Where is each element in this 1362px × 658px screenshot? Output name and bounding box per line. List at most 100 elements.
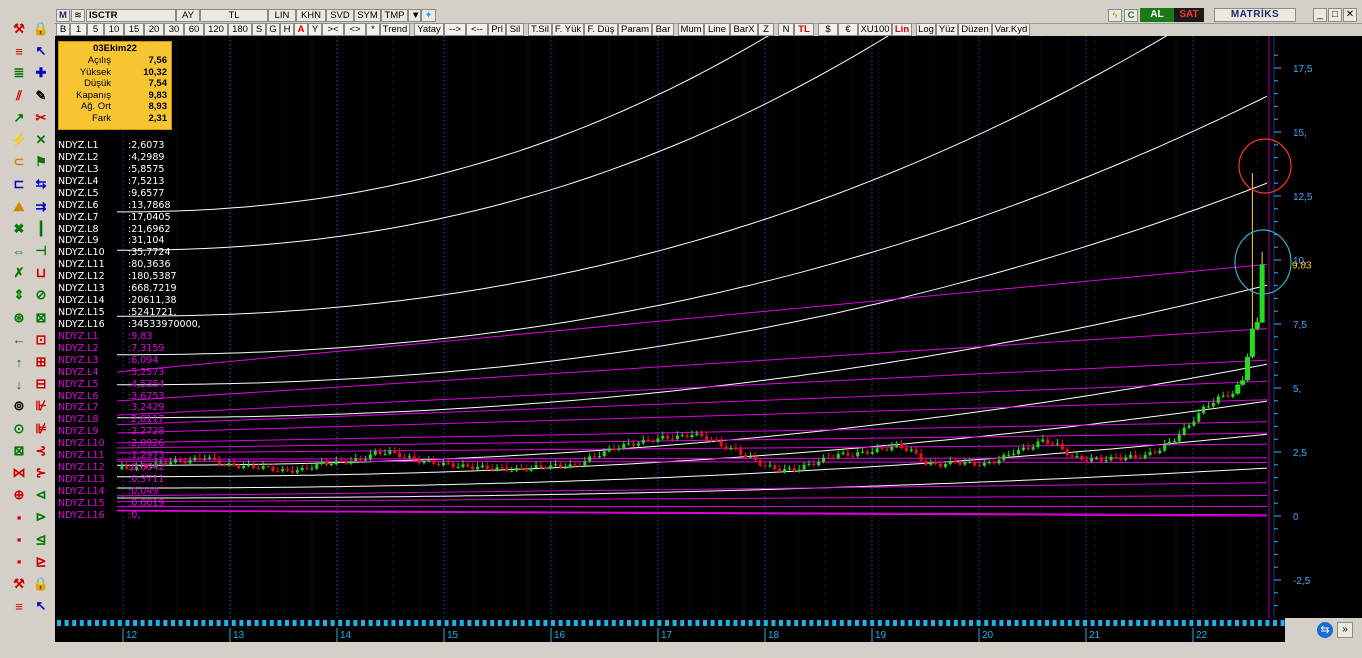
drawing-tool-icon-20[interactable]: ⇔ xyxy=(10,242,28,260)
drawing-tool-icon-49[interactable]: ⊵ xyxy=(32,553,50,571)
chart-btn-25[interactable]: F. Yük xyxy=(552,23,584,36)
chart-btn-15[interactable]: >< xyxy=(322,23,344,36)
chart-btn-18[interactable]: Trend xyxy=(380,23,410,36)
lightning-icon[interactable]: ϟ xyxy=(1108,9,1122,22)
drawing-tool-icon-41[interactable]: ⊱ xyxy=(32,464,50,482)
drawing-tool-icon-13[interactable]: ⚑ xyxy=(32,153,50,171)
drawing-tool-icon-14[interactable]: ⊏ xyxy=(10,175,28,193)
drawing-tool-icon-44[interactable]: ▪ xyxy=(10,508,28,526)
sell-button[interactable]: SAT xyxy=(1174,8,1204,22)
chart-btn-23[interactable]: Sil xyxy=(506,23,524,36)
drawing-tool-icon-53[interactable]: ↖ xyxy=(32,597,50,615)
chart-btn-3[interactable]: 10 xyxy=(104,23,124,36)
drawing-tool-icon-24[interactable]: ⇕ xyxy=(10,286,28,304)
chart-btn-16[interactable]: <> xyxy=(344,23,366,36)
drawing-tool-icon-18[interactable]: ✖ xyxy=(10,220,28,238)
minimize-icon[interactable]: _ xyxy=(1313,8,1327,22)
chart-btn-37[interactable]: XU100 xyxy=(858,23,892,36)
drawing-tool-icon-25[interactable]: ⊘ xyxy=(32,286,50,304)
drawing-tool-icon-48[interactable]: ▪ xyxy=(10,553,28,571)
drawing-tool-icon-16[interactable]: ⛰ xyxy=(10,198,28,216)
chart-btn-29[interactable]: Mum xyxy=(678,23,704,36)
chart-btn-10[interactable]: S xyxy=(252,23,266,36)
chart-btn-39[interactable]: Log xyxy=(916,23,936,36)
drawing-tool-icon-47[interactable]: ⊴ xyxy=(32,531,50,549)
drawing-tool-icon-23[interactable]: ⊔ xyxy=(32,264,50,282)
drawing-tool-icon-43[interactable]: ⊲ xyxy=(32,486,50,504)
drawing-tool-icon-11[interactable]: ✕ xyxy=(32,131,50,149)
scale-lin-button[interactable]: LIN xyxy=(268,9,296,22)
chart-btn-20[interactable]: --> xyxy=(444,23,466,36)
symbol-input[interactable]: ISCTR xyxy=(86,9,176,22)
maximize-icon[interactable]: □ xyxy=(1328,8,1342,22)
drawing-tool-icon-1[interactable]: 🔒 xyxy=(32,20,50,38)
sync-icon[interactable]: ⇆ xyxy=(1317,622,1333,638)
drawing-tool-icon-9[interactable]: ✂ xyxy=(32,109,50,127)
chart-btn-0[interactable]: B xyxy=(56,23,70,36)
drawing-tool-icon-36[interactable]: ⊙ xyxy=(10,420,28,438)
drawing-tool-icon-26[interactable]: ⊛ xyxy=(10,309,28,327)
svd-button[interactable]: SVD xyxy=(326,9,354,22)
drawing-tool-icon-22[interactable]: ✗ xyxy=(10,264,28,282)
chart-btn-33[interactable]: N xyxy=(778,23,794,36)
drawing-tool-icon-29[interactable]: ⊡ xyxy=(32,331,50,349)
drawing-tool-icon-30[interactable]: ↑ xyxy=(10,353,28,371)
chart-btn-11[interactable]: G xyxy=(266,23,280,36)
drawing-tool-icon-19[interactable]: ┃ xyxy=(32,220,50,238)
chart-btn-8[interactable]: 120 xyxy=(204,23,228,36)
drawing-tool-icon-31[interactable]: ⊞ xyxy=(32,353,50,371)
drawing-tool-icon-0[interactable]: ⚒ xyxy=(10,20,28,38)
chart-btn-22[interactable]: Prl xyxy=(488,23,506,36)
buy-button[interactable]: AL xyxy=(1140,8,1174,22)
drawing-tool-icon-3[interactable]: ↖ xyxy=(32,42,50,60)
chart-btn-1[interactable]: 1 xyxy=(70,23,87,36)
chart-btn-40[interactable]: Yüz xyxy=(936,23,958,36)
chart-btn-13[interactable]: A xyxy=(294,23,308,36)
drawing-tool-icon-10[interactable]: ⚡ xyxy=(10,131,28,149)
drawing-tool-icon-2[interactable]: ≡ xyxy=(10,42,28,60)
chart-btn-38[interactable]: Lin xyxy=(892,23,912,36)
chart-btn-21[interactable]: <-- xyxy=(466,23,488,36)
drawing-tool-icon-46[interactable]: ▪ xyxy=(10,531,28,549)
drawing-tool-icon-33[interactable]: ⊟ xyxy=(32,375,50,393)
chart-btn-35[interactable]: $ xyxy=(818,23,838,36)
chart-btn-19[interactable]: Yatay xyxy=(414,23,444,36)
chart-btn-12[interactable]: H xyxy=(280,23,294,36)
dropdown-arrow-icon[interactable]: ▼ xyxy=(408,9,421,22)
chart-btn-24[interactable]: T.Sil xyxy=(528,23,552,36)
drawing-tool-icon-6[interactable]: ⫽ xyxy=(10,87,28,105)
currency-select[interactable]: TL xyxy=(200,9,268,22)
drawing-tool-icon-4[interactable]: ≣ xyxy=(10,64,28,82)
drawing-tool-icon-50[interactable]: ⚒ xyxy=(10,575,28,593)
time-axis[interactable]: 12 13 14 15 16 17 18 19 20 21 22 xyxy=(55,618,1285,642)
twitter-icon[interactable]: ✦ xyxy=(421,9,436,22)
chart-type-icon[interactable]: ≋ xyxy=(71,9,85,22)
chart-btn-27[interactable]: Param xyxy=(618,23,652,36)
chart-btn-7[interactable]: 60 xyxy=(184,23,204,36)
drawing-tool-icon-21[interactable]: ⊣ xyxy=(32,242,50,260)
chart-btn-32[interactable]: Z xyxy=(758,23,774,36)
close-icon[interactable]: ✕ xyxy=(1343,8,1357,22)
sym-button[interactable]: SYM xyxy=(354,9,381,22)
drawing-tool-icon-39[interactable]: ⊰ xyxy=(32,442,50,460)
chart-btn-17[interactable]: * xyxy=(366,23,380,36)
chart-btn-9[interactable]: 180 xyxy=(228,23,252,36)
period-select[interactable]: AY xyxy=(176,9,200,22)
drawing-tool-icon-51[interactable]: 🔒 xyxy=(32,575,50,593)
drawing-tool-icon-12[interactable]: ⊂ xyxy=(10,153,28,171)
drawing-tool-icon-37[interactable]: ⊯ xyxy=(32,420,50,438)
drawing-tool-icon-27[interactable]: ⊠ xyxy=(32,309,50,327)
chart-area[interactable]: 17,5 15, 12,5 10, 7,5 5, 2,5 0 -2,5 9,83 xyxy=(55,0,1362,618)
chart-btn-42[interactable]: Var.Kyd xyxy=(992,23,1030,36)
drawing-tool-icon-17[interactable]: ⇉ xyxy=(32,198,50,216)
drawing-tool-icon-40[interactable]: ⋈ xyxy=(10,464,28,482)
chart-btn-36[interactable]: € xyxy=(838,23,858,36)
scroll-right-icon[interactable]: » xyxy=(1337,622,1353,638)
drawing-tool-icon-45[interactable]: ⊳ xyxy=(32,508,50,526)
tmp-button[interactable]: TMP xyxy=(381,9,408,22)
drawing-tool-icon-42[interactable]: ⊕ xyxy=(10,486,28,504)
price-chart[interactable]: 17,515,12,510,7,55,2,50-2,59,83 xyxy=(55,0,1362,618)
drawing-tool-icon-38[interactable]: ⊠ xyxy=(10,442,28,460)
chart-btn-41[interactable]: Düzen xyxy=(958,23,992,36)
chart-btn-31[interactable]: BarX xyxy=(730,23,758,36)
